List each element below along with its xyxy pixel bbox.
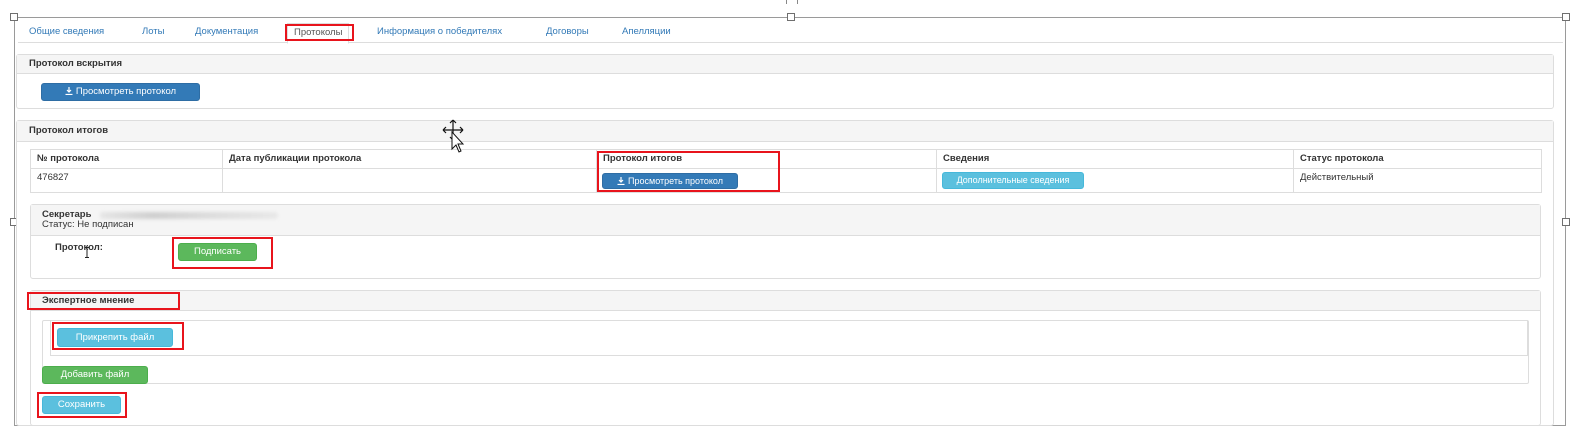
opening-protocol-panel: Протокол вскрытия Просмотреть протокол <box>16 54 1554 109</box>
results-protocol-heading: Протокол итогов <box>17 121 1553 142</box>
view-opening-protocol-label: Просмотреть протокол <box>75 86 177 97</box>
protocol-number: 476827 <box>30 168 223 193</box>
resize-handle-right[interactable] <box>1562 218 1570 226</box>
tab-protocols[interactable]: Протоколы <box>287 23 350 44</box>
download-icon <box>65 87 73 95</box>
protocol-status: Действительный <box>1293 168 1542 193</box>
table-row: 476827 Действительный <box>30 168 1542 193</box>
secretary-name-redacted <box>100 212 278 219</box>
tab-bar: Общие сведения Лоты Документация Протоко… <box>18 22 1563 44</box>
tab-contracts[interactable]: Договоры <box>546 25 589 43</box>
protocol-label: Протокол: <box>55 242 103 253</box>
opening-protocol-heading: Протокол вскрытия <box>17 55 1553 74</box>
publication-date <box>222 168 597 193</box>
rotate-handle-icon[interactable] <box>786 0 798 4</box>
tab-general[interactable]: Общие сведения <box>29 25 104 43</box>
expert-opinion-title: Экспертное мнение <box>42 295 135 306</box>
text-cursor-icon <box>85 247 89 258</box>
tab-lots[interactable]: Лоты <box>142 25 165 43</box>
table-header-row: № протокола Дата публикации протокола Пр… <box>30 149 1542 169</box>
additional-details-button[interactable]: Дополнительные сведения <box>942 172 1084 189</box>
tab-winners[interactable]: Информация о победителях <box>377 25 502 43</box>
expert-opinion-heading <box>31 291 1540 311</box>
resize-handle-top-right[interactable] <box>1562 13 1570 21</box>
secretary-status: Статус: Не подписан <box>42 219 134 230</box>
file-row <box>50 320 1528 356</box>
secretary-heading <box>31 205 1540 236</box>
results-table: № протокола Дата публикации протокола Пр… <box>30 149 1542 193</box>
add-file-button[interactable]: Добавить файл <box>42 366 148 384</box>
tab-appeals[interactable]: Апелляции <box>622 25 671 43</box>
move-cursor-icon <box>442 119 465 153</box>
col-protocol-number: № протокола <box>30 149 223 169</box>
sign-button[interactable]: Подписать <box>178 243 257 261</box>
col-details: Сведения <box>936 149 1294 169</box>
col-protocol-status: Статус протокола <box>1293 149 1542 169</box>
resize-handle-top-left[interactable] <box>10 13 18 21</box>
save-button[interactable]: Сохранить <box>42 396 121 414</box>
view-results-protocol-label: Просмотреть протокол <box>628 176 723 186</box>
view-opening-protocol-button[interactable]: Просмотреть протокол <box>41 83 200 101</box>
view-results-protocol-button[interactable]: Просмотреть протокол <box>602 173 738 189</box>
resize-handle-top[interactable] <box>787 13 795 21</box>
download-icon <box>617 177 625 185</box>
col-publication-date: Дата публикации протокола <box>222 149 597 169</box>
col-results-protocol: Протокол итогов <box>596 149 937 169</box>
tab-documentation[interactable]: Документация <box>195 25 258 43</box>
attach-file-button[interactable]: Прикрепить файл <box>57 328 173 347</box>
